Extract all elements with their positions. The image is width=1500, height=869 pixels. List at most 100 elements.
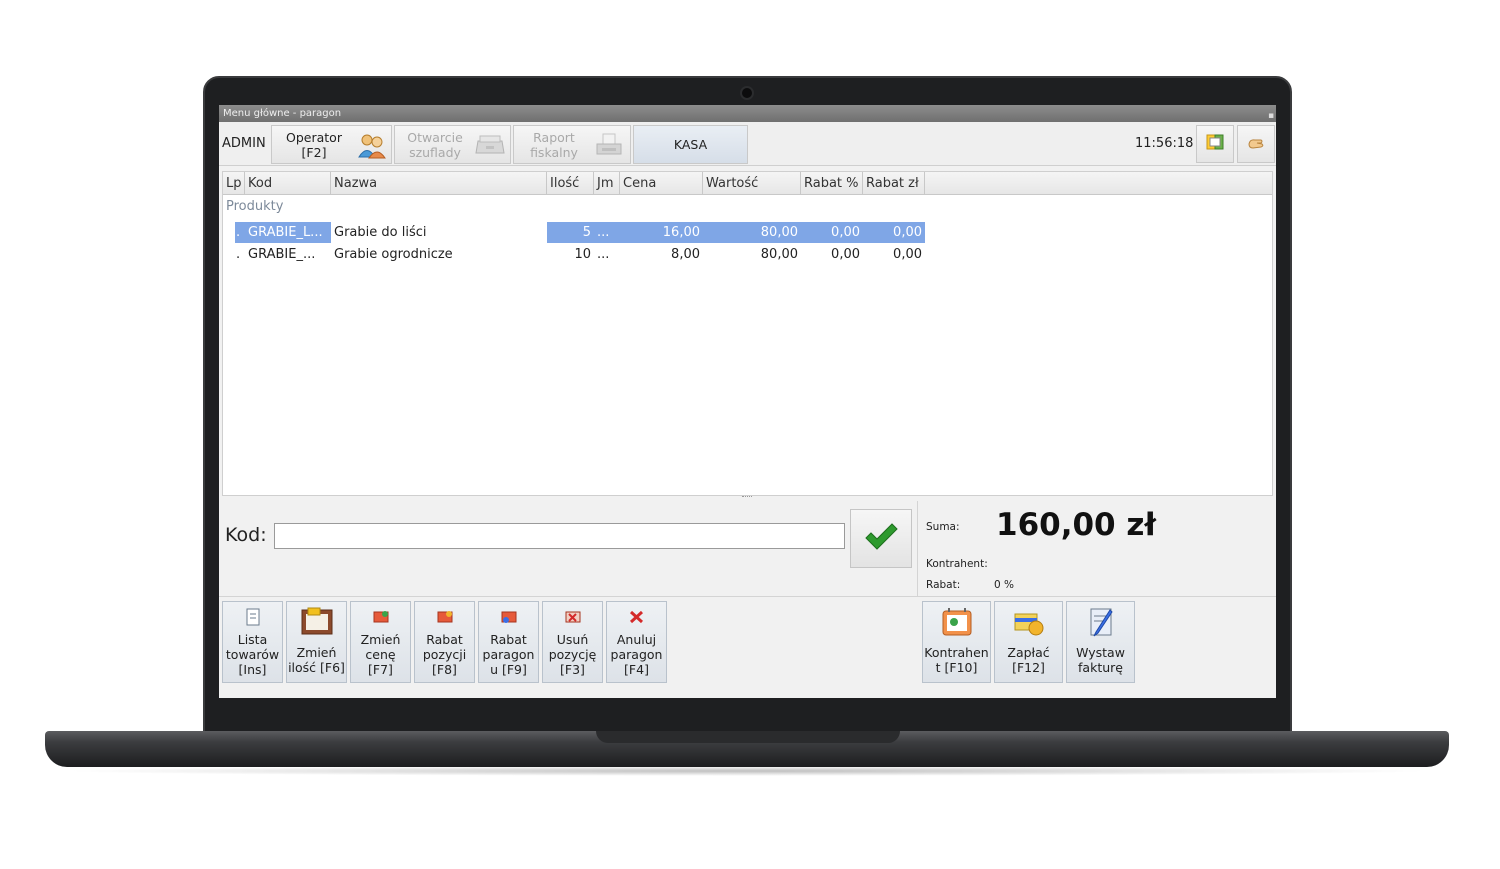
- delete-item-button[interactable]: Usuń pozycję [F3]: [542, 601, 603, 683]
- webcam-icon: [740, 86, 754, 100]
- customer-label: Kontrahent:: [926, 558, 988, 570]
- laptop-base-notch: [596, 731, 900, 743]
- confirm-code-button[interactable]: [850, 509, 912, 568]
- list-icon: [246, 606, 260, 628]
- cell-kod: GRABIE_L...: [245, 222, 331, 243]
- code-label: Kod:: [225, 524, 267, 546]
- group-label: Produkty: [226, 199, 284, 214]
- fiscal-report-button[interactable]: Raport fiskalny: [513, 125, 631, 164]
- cell-ilosc: 5: [547, 222, 594, 243]
- cancel-receipt-button[interactable]: Anuluj paragon [F4]: [606, 601, 667, 683]
- cell-lp: .: [236, 247, 241, 262]
- open-drawer-label: Otwarcie szuflady: [407, 129, 463, 160]
- cell-rabat-proc: 0,00: [831, 247, 860, 262]
- cell-lp: .: [235, 222, 245, 243]
- calculator-button[interactable]: [1196, 125, 1234, 163]
- items-grid: Lp Kod Nazwa Ilość Jm Cena Wartość Rabat…: [222, 171, 1273, 496]
- hand-icon: [1247, 135, 1265, 154]
- change-quantity-button[interactable]: Zmień ilość [F6]: [286, 601, 347, 683]
- product-list-button[interactable]: Lista towarów [Ins]: [222, 601, 283, 683]
- cell-jm: ...: [594, 222, 620, 243]
- code-entry-panel: Kod:: [222, 501, 916, 571]
- cell-nazwa: Grabie ogrodnicze: [334, 247, 453, 262]
- cell-ilosc: 10: [574, 247, 591, 262]
- item-discount-button[interactable]: Rabat pozycji [F8]: [414, 601, 475, 683]
- fiscal-report-label: Raport fiskalny: [530, 129, 578, 160]
- cell-cena: 16,00: [620, 222, 703, 243]
- tab-kasa-label: KASA: [673, 137, 708, 152]
- total-value: 160,00 zł: [996, 507, 1156, 543]
- change-price-label: Zmień cenę [F7]: [360, 632, 401, 677]
- receipt-discount-label: Rabat paragon u [F9]: [482, 632, 535, 677]
- change-quantity-label: Zmień ilość [F6]: [288, 645, 345, 675]
- code-input[interactable]: [274, 523, 845, 549]
- cell-kod: GRABIE_...: [248, 247, 316, 262]
- window-title: Menu główne - paragon: [223, 108, 342, 119]
- receipt-summary: Suma: 160,00 zł Kontrahent: Rabat: 0 %: [917, 501, 1274, 596]
- customer-button[interactable]: Kontrahen t [F10]: [922, 601, 991, 683]
- window-menu-icon[interactable]: ▪: [1268, 108, 1274, 121]
- exit-button[interactable]: [1237, 125, 1275, 163]
- quantity-icon: [300, 605, 334, 639]
- cell-rabat-zl: 0,00: [893, 247, 922, 262]
- discount-label: Rabat:: [926, 579, 961, 591]
- column-ilosc[interactable]: Ilość: [547, 172, 594, 195]
- cell-jm: ...: [597, 247, 610, 262]
- printer-icon: [594, 131, 624, 159]
- cell-cena: 8,00: [671, 247, 700, 262]
- customer-label-btn: Kontrahen t [F10]: [924, 645, 989, 675]
- item-discount-icon: [436, 606, 454, 628]
- change-price-button[interactable]: Zmień cenę [F7]: [350, 601, 411, 683]
- splitter-handle[interactable]: [742, 496, 752, 499]
- cell-rabat-proc: 0,00: [801, 222, 863, 243]
- column-kod[interactable]: Kod: [245, 172, 331, 195]
- table-row[interactable]: . GRABIE_... Grabie ogrodnicze 10 ... 8,…: [223, 244, 925, 265]
- top-toolbar: ADMIN Operator [F2] Otwarcie szuflady Ra…: [219, 122, 1276, 166]
- receipt-discount-button[interactable]: Rabat paragon u [F9]: [478, 601, 539, 683]
- cell-nazwa: Grabie do liści: [334, 225, 427, 240]
- operator-button-label: Operator [F2]: [286, 129, 342, 160]
- cancel-receipt-label: Anuluj paragon [F4]: [610, 632, 663, 677]
- column-nazwa[interactable]: Nazwa: [331, 172, 547, 195]
- item-discount-label: Rabat pozycji [F8]: [422, 632, 467, 677]
- divider: [219, 596, 1276, 597]
- pay-button[interactable]: Zapłać [F12]: [994, 601, 1063, 683]
- price-tag-icon: [372, 606, 390, 628]
- laptop-shadow: [60, 766, 1434, 776]
- checkmark-icon: [863, 522, 899, 556]
- pay-label: Zapłać [F12]: [1007, 645, 1050, 675]
- issue-invoice-label: Wystaw fakturę: [1076, 645, 1125, 675]
- window-titlebar: Menu główne - paragon ▪: [219, 105, 1276, 122]
- delete-item-icon: [564, 606, 582, 628]
- grid-header: Lp Kod Nazwa Ilość Jm Cena Wartość Rabat…: [223, 172, 1272, 195]
- cell-wartosc: 80,00: [703, 222, 801, 243]
- pos-screen: Menu główne - paragon ▪ ADMIN Operator […: [219, 105, 1276, 698]
- discount-value: 0 %: [994, 579, 1014, 591]
- open-drawer-button[interactable]: Otwarcie szuflady: [394, 125, 511, 164]
- column-lp[interactable]: Lp: [223, 172, 245, 195]
- current-user: ADMIN: [222, 136, 266, 151]
- column-rabat-proc[interactable]: Rabat %: [801, 172, 863, 195]
- receipt-discount-icon: [500, 606, 518, 628]
- calculator-icon: [1206, 134, 1224, 154]
- cell-rabat-zl: 0,00: [863, 222, 925, 243]
- invoice-pen-icon: [1084, 605, 1118, 639]
- delete-item-label: Usuń pozycję [F3]: [548, 632, 597, 677]
- table-row[interactable]: . GRABIE_L... Grabie do liści 5 ... 16,0…: [223, 222, 925, 243]
- operator-icon: [356, 131, 386, 159]
- total-label: Suma:: [926, 521, 960, 533]
- cash-drawer-icon: [475, 131, 505, 159]
- column-cena[interactable]: Cena: [620, 172, 703, 195]
- tab-kasa[interactable]: KASA: [633, 125, 748, 164]
- column-wartosc[interactable]: Wartość: [703, 172, 801, 195]
- operator-button[interactable]: Operator [F2]: [271, 125, 392, 164]
- product-list-label: Lista towarów [Ins]: [225, 632, 280, 677]
- contact-card-icon: [940, 605, 974, 639]
- payment-icon: [1012, 605, 1046, 639]
- column-jm[interactable]: Jm: [594, 172, 620, 195]
- issue-invoice-button[interactable]: Wystaw fakturę: [1066, 601, 1135, 683]
- clock: 11:56:18: [1135, 136, 1194, 151]
- column-rabat-zl[interactable]: Rabat zł: [863, 172, 925, 195]
- cancel-receipt-icon: [628, 606, 646, 628]
- cell-wartosc: 80,00: [760, 247, 798, 262]
